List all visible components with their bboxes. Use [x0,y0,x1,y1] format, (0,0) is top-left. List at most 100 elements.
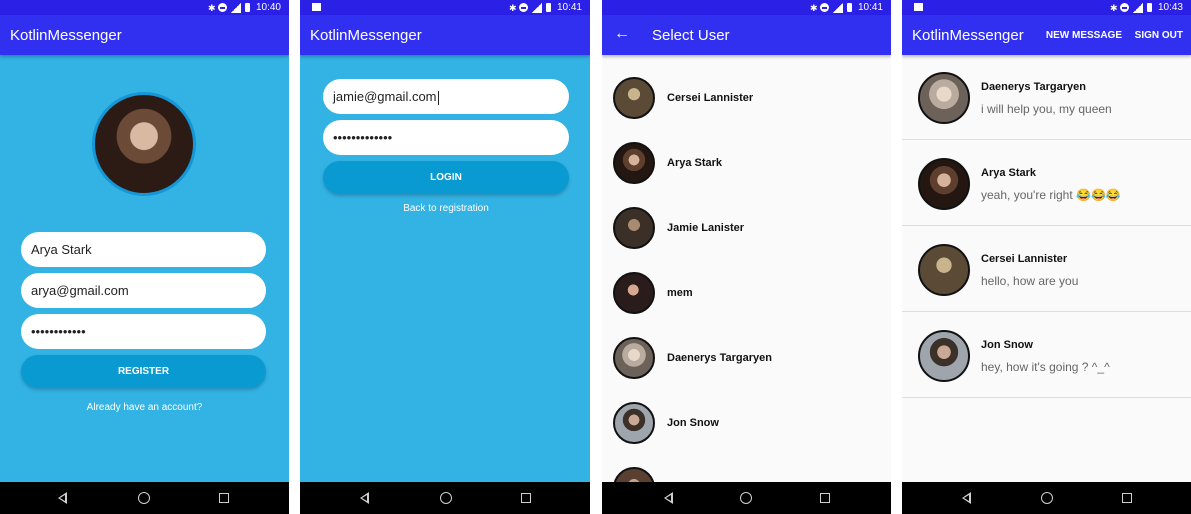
email-field[interactable]: arya@gmail.com [21,273,266,308]
status-bar: ✱ 10:40 [0,0,289,15]
image-notification-icon [914,3,923,11]
nav-recents-icon[interactable] [521,493,531,503]
login-screen: ✱ 10:41 KotlinMessenger jamie@gmail.com … [300,0,590,514]
nav-home-icon[interactable] [740,492,752,504]
signal-icon [230,2,241,13]
status-bar: ✱ 10:41 [602,0,891,15]
app-bar: KotlinMessenger NEW MESSAGE SIGN OUT [902,15,1191,55]
app-bar: ← Select User [602,15,891,55]
user-name: Daenerys Targaryen [667,352,772,364]
user-avatar [613,337,655,379]
nav-home-icon[interactable] [1041,492,1053,504]
register-form: Arya Stark arya@gmail.com •••••••••••• R… [0,55,289,482]
nav-back-icon[interactable] [360,492,369,504]
app-title: KotlinMessenger [310,27,422,44]
email-field[interactable]: jamie@gmail.com [323,79,569,114]
user-row[interactable]: mem [602,260,891,325]
battery-icon [1146,3,1152,12]
message-row[interactable]: Jon Snow hey, how it's going ? ^_^ [902,313,1191,398]
user-row[interactable]: Arya Stark [602,130,891,195]
nav-recents-icon[interactable] [219,493,229,503]
select-user-screen: ✱ 10:41 ← Select User Cersei Lannister A… [602,0,891,514]
battery-icon [244,3,250,12]
password-field[interactable]: •••••••••••• [21,314,266,349]
user-name: Jon Snow [667,417,719,429]
message-preview: i will help you, my queen [981,102,1112,116]
user-row[interactable]: Daenerys Targaryen [602,325,891,390]
nav-recents-icon[interactable] [820,493,830,503]
user-name: mem [667,287,693,299]
do-not-disturb-icon [1119,3,1129,12]
login-button[interactable]: LOGIN [323,161,569,194]
status-bar: ✱ 10:43 [902,0,1191,15]
username-field[interactable]: Arya Stark [21,232,266,267]
status-time: 10:40 [255,2,281,13]
already-have-account-link[interactable]: Already have an account? [0,402,289,413]
nav-recents-icon[interactable] [1122,493,1132,503]
login-form: jamie@gmail.com ••••••••••••• LOGIN Back… [300,55,590,482]
register-screen: ✱ 10:40 KotlinMessenger Arya Stark arya@… [0,0,289,514]
nav-home-icon[interactable] [138,492,150,504]
message-sender: Cersei Lannister [981,253,1068,265]
user-row[interactable]: Jamie Lanister [602,195,891,260]
user-row[interactable]: Jon Snow [602,390,891,455]
new-message-button[interactable]: NEW MESSAGE [1046,30,1122,41]
bluetooth-icon: ✱ [508,2,517,13]
email-value: jamie@gmail.com [333,89,437,104]
status-time: 10:41 [857,2,883,13]
message-sender: Arya Stark [981,167,1037,179]
nav-home-icon[interactable] [440,492,452,504]
sign-out-button[interactable]: SIGN OUT [1135,30,1183,41]
navigation-bar [902,482,1191,514]
user-name: Jamie Lanister [667,222,745,234]
text-cursor [437,90,439,105]
back-arrow-icon[interactable]: ← [614,25,630,43]
user-name: Cersei Lannister [667,92,754,104]
status-bar: ✱ 10:41 [300,0,590,15]
battery-icon [846,3,852,12]
navigation-bar [0,482,289,514]
password-field[interactable]: ••••••••••••• [323,120,569,155]
image-notification-icon [312,3,321,11]
user-avatar [613,207,655,249]
back-to-registration-link[interactable]: Back to registration [300,203,590,214]
bluetooth-icon: ✱ [207,2,216,13]
navigation-bar [300,482,590,514]
nav-back-icon[interactable] [962,492,971,504]
user-avatar [918,244,970,296]
app-bar: KotlinMessenger [300,15,590,55]
user-avatar [918,158,970,210]
message-preview: hello, how are you [981,274,1079,288]
nav-back-icon[interactable] [58,492,67,504]
user-avatar [613,272,655,314]
signal-icon [531,2,542,13]
message-preview: yeah, you're right 😂😂😂 [981,188,1121,202]
message-sender: Daenerys Targaryen [981,81,1086,93]
latest-messages-screen: ✱ 10:43 KotlinMessenger NEW MESSAGE SIGN… [902,0,1191,514]
signal-icon [832,2,843,13]
register-button[interactable]: REGISTER [21,355,266,388]
status-time: 10:41 [556,2,582,13]
user-row[interactable]: Cersei Lannister [602,65,891,130]
profile-photo[interactable] [92,92,196,196]
app-title: KotlinMessenger [10,27,122,44]
do-not-disturb-icon [217,3,227,12]
message-row[interactable]: Daenerys Targaryen i will help you, my q… [902,55,1191,140]
message-preview: hey, how it's going ? ^_^ [981,360,1110,374]
user-avatar [613,142,655,184]
user-name: Arya Stark [667,157,723,169]
message-row[interactable]: Arya Stark yeah, you're right 😂😂😂 [902,141,1191,226]
bluetooth-icon: ✱ [809,2,818,13]
message-sender: Jon Snow [981,339,1033,351]
do-not-disturb-icon [819,3,829,12]
user-avatar [613,77,655,119]
do-not-disturb-icon [518,3,528,12]
user-avatar [918,330,970,382]
battery-icon [545,3,551,12]
signal-icon [1132,2,1143,13]
message-row[interactable]: Cersei Lannister hello, how are you [902,227,1191,312]
app-title: KotlinMessenger [912,27,1024,44]
bluetooth-icon: ✱ [1109,2,1118,13]
navigation-bar [602,482,891,514]
nav-back-icon[interactable] [664,492,673,504]
